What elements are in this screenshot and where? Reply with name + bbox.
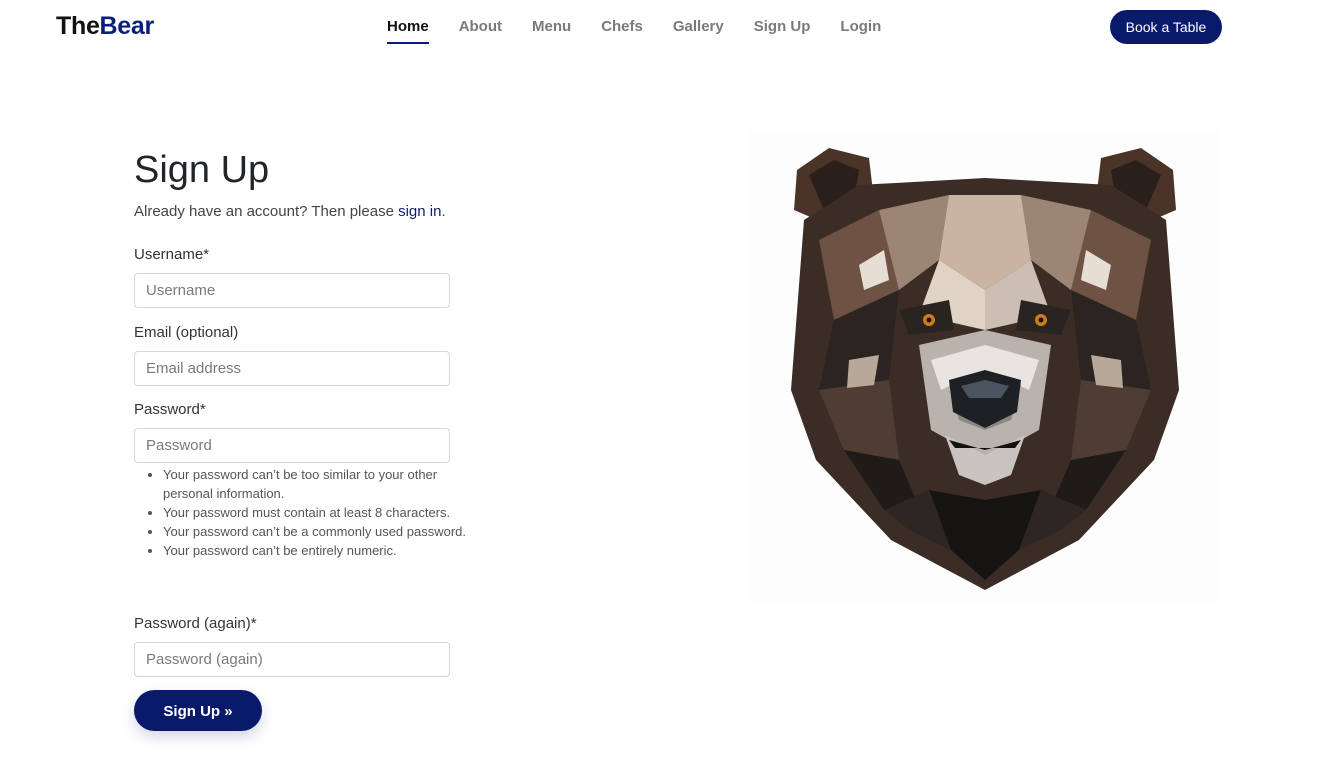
password-again-label: Password (again)* — [134, 615, 257, 632]
nav-menu[interactable]: Menu — [532, 0, 571, 44]
password-label: Password* — [134, 401, 206, 418]
password-help-item: Your password must contain at least 8 ch… — [163, 503, 479, 522]
signup-form: Sign Up Already have an account? Then pl… — [134, 140, 466, 731]
brand-name-part1: The — [56, 12, 100, 40]
site-header: TheBear Home About Menu Chefs Gallery Si… — [0, 0, 1319, 56]
nav-login[interactable]: Login — [840, 0, 881, 44]
nav-home[interactable]: Home — [387, 0, 429, 44]
nav-about[interactable]: About — [459, 0, 502, 44]
password-help-list: Your password can’t be too similar to yo… — [134, 465, 479, 560]
signup-submit-button[interactable]: Sign Up » — [134, 690, 262, 731]
password-help-item: Your password can’t be entirely numeric. — [163, 541, 479, 560]
signin-prompt: Already have an account? Then please sig… — [134, 202, 464, 222]
password-help-item: Your password can’t be too similar to yo… — [163, 465, 479, 503]
email-input[interactable] — [134, 351, 450, 386]
username-input[interactable] — [134, 273, 450, 308]
username-label: Username* — [134, 246, 210, 263]
bear-illustration — [749, 130, 1221, 602]
book-table-button[interactable]: Book a Table — [1110, 10, 1222, 44]
password-again-input[interactable] — [134, 642, 450, 677]
brand-logo[interactable]: TheBear — [56, 12, 154, 41]
geometric-bear-head-icon — [791, 148, 1179, 590]
signin-prompt-text: Already have an account? Then please — [134, 203, 399, 220]
signin-link[interactable]: sign in — [398, 203, 441, 220]
password-input[interactable] — [134, 428, 450, 463]
main-nav: Home About Menu Chefs Gallery Sign Up Lo… — [387, 0, 911, 56]
signin-prompt-end: . — [441, 203, 446, 220]
nav-gallery[interactable]: Gallery — [673, 0, 724, 44]
nav-signup[interactable]: Sign Up — [754, 0, 811, 44]
nav-chefs[interactable]: Chefs — [601, 0, 643, 44]
password-help-item: Your password can’t be a commonly used p… — [163, 522, 479, 541]
brand-name-part2: Bear — [99, 12, 155, 40]
page-title: Sign Up — [134, 149, 270, 191]
email-label: Email (optional) — [134, 324, 239, 341]
